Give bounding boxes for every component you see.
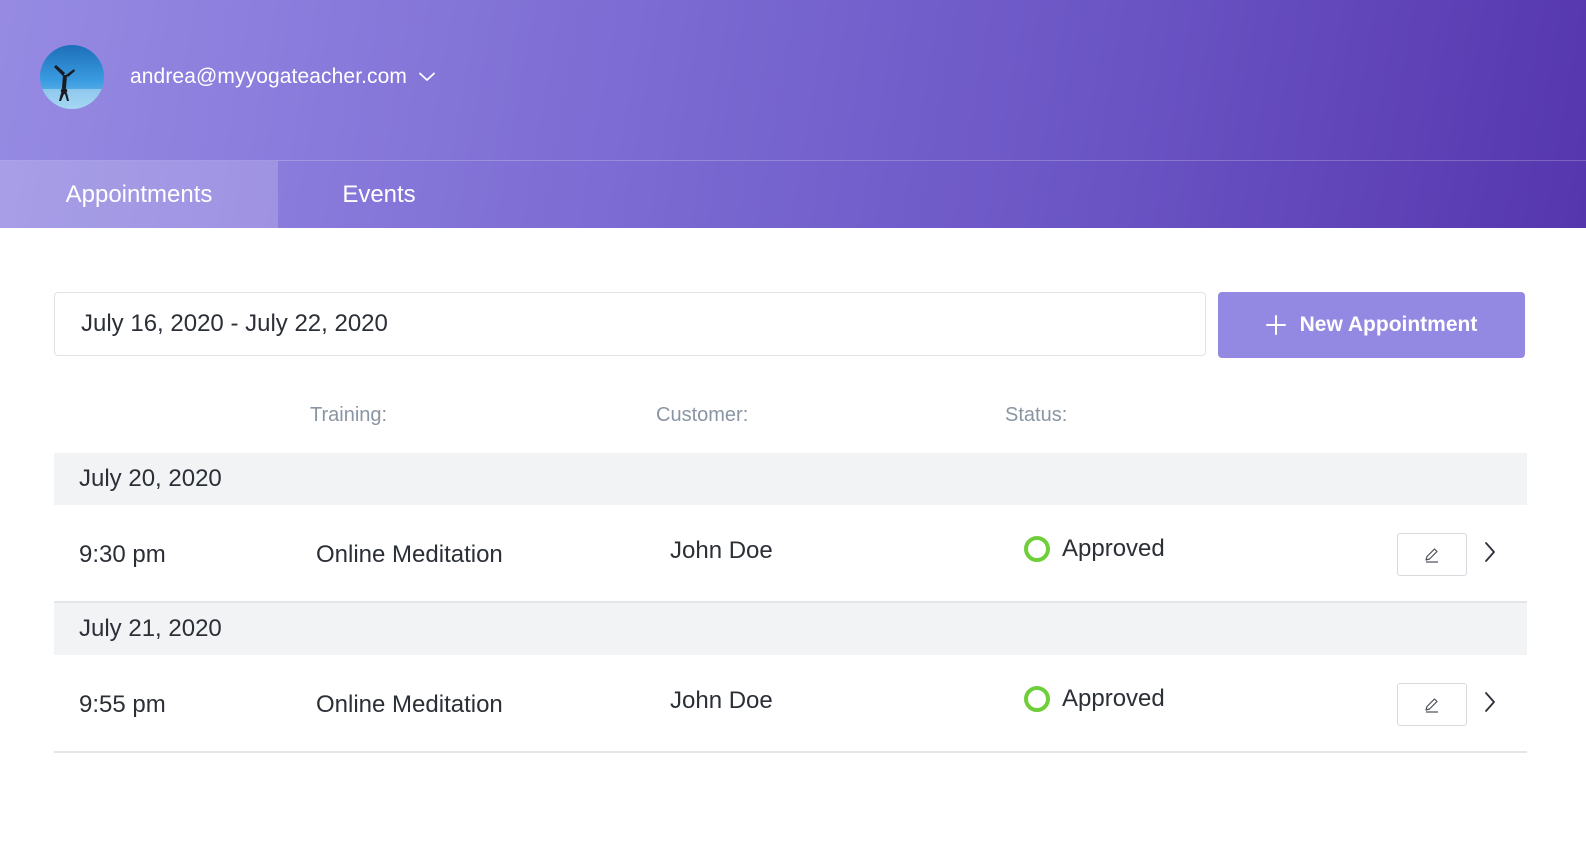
- plus-icon: [1265, 315, 1286, 335]
- appointment-customer: John Doe: [670, 687, 773, 714]
- status-label: Approved: [1062, 535, 1165, 562]
- tab-events[interactable]: Events: [278, 161, 480, 228]
- appointment-training: Online Meditation: [316, 691, 503, 718]
- pencil-icon: [1425, 547, 1438, 563]
- appointment-time: 9:55 pm: [79, 691, 166, 718]
- chevron-right-icon[interactable]: [1484, 691, 1496, 713]
- app-header: andrea@myyogateacher.com Appointments Ev…: [0, 0, 1586, 228]
- appointment-row[interactable]: 9:30 pm Online Meditation John Doe Appro…: [54, 505, 1527, 603]
- appointment-time: 9:30 pm: [79, 541, 166, 568]
- status-approved-icon: [1024, 686, 1050, 712]
- status-approved-icon: [1024, 536, 1050, 562]
- column-header-training: Training:: [310, 404, 388, 426]
- appointment-row[interactable]: 9:55 pm Online Meditation John Doe Appro…: [54, 655, 1527, 753]
- date-range-picker[interactable]: July 16, 2020 - July 22, 2020: [54, 292, 1206, 356]
- account-menu[interactable]: andrea@myyogateacher.com: [40, 45, 435, 109]
- avatar[interactable]: [40, 45, 104, 109]
- tab-bar: Appointments Events: [0, 161, 480, 228]
- appointment-customer: John Doe: [670, 537, 773, 564]
- column-header-status: Status:: [1005, 404, 1068, 426]
- column-header-customer: Customer:: [656, 404, 749, 426]
- status-badge: Approved: [1024, 685, 1165, 713]
- chevron-right-icon[interactable]: [1484, 541, 1496, 563]
- new-appointment-label: New Appointment: [1299, 313, 1478, 336]
- edit-button[interactable]: [1397, 683, 1467, 726]
- status-label: Approved: [1062, 685, 1165, 712]
- date-group-header: July 21, 2020: [54, 603, 1527, 655]
- account-email[interactable]: andrea@myyogateacher.com: [130, 65, 407, 89]
- tab-appointments[interactable]: Appointments: [0, 161, 278, 228]
- date-group-header: July 20, 2020: [54, 453, 1527, 505]
- edit-button[interactable]: [1397, 533, 1467, 576]
- pencil-icon: [1425, 697, 1438, 713]
- chevron-down-icon[interactable]: [419, 72, 435, 82]
- avatar-image: [40, 65, 104, 109]
- status-badge: Approved: [1024, 535, 1165, 563]
- new-appointment-button[interactable]: New Appointment: [1218, 292, 1525, 358]
- appointment-training: Online Meditation: [316, 541, 503, 568]
